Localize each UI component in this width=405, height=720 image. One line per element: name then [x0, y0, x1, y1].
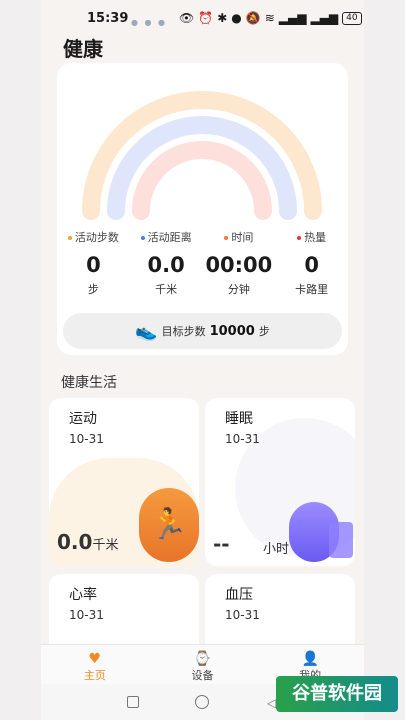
sleep-value: --	[213, 532, 230, 556]
stat-time: 时间 00:00 分钟	[203, 229, 276, 297]
running-shoe-icon: 👟	[135, 320, 158, 342]
stat-label: 热量	[304, 231, 327, 244]
notification-dots: ● ● ●	[131, 18, 168, 27]
section-title: 健康生活	[61, 375, 117, 391]
tab-label: 主页	[83, 669, 106, 682]
tile-title: 睡眠	[225, 411, 253, 427]
stat-value: 0.0	[147, 253, 185, 277]
goal-prefix: 目标步数	[161, 325, 206, 338]
battery-icon: 40	[342, 11, 362, 25]
step-goal-button[interactable]: 👟 目标步数 10000 步	[63, 313, 342, 349]
sleep-unit: 小时	[263, 542, 290, 557]
alarm-icon: ⏰	[198, 11, 214, 25]
sport-unit: 千米	[92, 538, 119, 553]
person-icon: 👤	[301, 651, 319, 667]
stat-unit: 分钟	[227, 283, 250, 296]
heart-icon: ♥	[88, 651, 102, 667]
eye-icon: 👁	[179, 11, 195, 25]
watch-icon: ⌚	[193, 651, 212, 667]
time-dot-icon	[224, 236, 229, 240]
activity-summary-card[interactable]: 活动步数 0 步 活动距离 0.0 千米 时间 00:00 分钟 热量 0 卡路…	[57, 63, 348, 355]
right-margin	[364, 0, 405, 720]
signal-icon: ▂▄▆	[278, 11, 307, 25]
page-title: 健康	[63, 37, 103, 61]
recent-apps-button[interactable]	[127, 696, 139, 708]
stat-label: 时间	[231, 231, 254, 244]
bluetooth-icon: ✱	[217, 11, 228, 25]
tab-label: 设备	[191, 669, 214, 682]
running-person-icon: 🏃	[139, 488, 199, 562]
location-icon: ●	[231, 11, 242, 25]
watermark-logo: 谷普软件园	[276, 676, 398, 712]
stat-calories: 热量 0 卡路里	[275, 229, 348, 297]
sleep-z-icon	[329, 522, 353, 558]
stat-label: 活动距离	[147, 231, 192, 244]
stat-steps: 活动步数 0 步	[57, 229, 130, 297]
goal-value: 10000	[209, 323, 255, 339]
blood-pressure-tile[interactable]: 血压 10-31	[205, 574, 355, 654]
stat-value: 00:00	[205, 253, 273, 277]
heart-rate-tile[interactable]: 心率 10-31	[49, 574, 199, 654]
stats-row: 活动步数 0 步 活动距离 0.0 千米 时间 00:00 分钟 热量 0 卡路…	[57, 229, 348, 297]
sport-value-number: 0.0	[57, 530, 93, 554]
tile-date: 10-31	[225, 432, 260, 446]
stat-distance: 活动距离 0.0 千米	[130, 229, 203, 297]
back-button[interactable]: ◁	[267, 696, 276, 710]
tile-title: 心率	[69, 587, 97, 603]
signal-icon-2: ▂▄▆	[310, 11, 339, 25]
tab-devices[interactable]: ⌚ 设备	[149, 645, 257, 685]
wifi-icon: ≋	[264, 11, 275, 25]
tile-date: 10-31	[69, 608, 104, 622]
stat-unit: 卡路里	[295, 283, 329, 296]
status-time: 15:39	[87, 11, 129, 26]
goal-suffix: 步	[258, 325, 270, 338]
stat-unit: 千米	[155, 283, 178, 296]
status-bar: 15:39 ● ● ● 👁 ⏰ ✱ ● 🔕 ≋ ▂▄▆ ▂▄▆ 40	[41, 8, 364, 32]
tab-home[interactable]: ♥ 主页	[41, 645, 149, 685]
tile-title: 运动	[69, 411, 97, 427]
distance-dot-icon	[140, 236, 145, 240]
mute-icon: 🔕	[245, 11, 261, 25]
app-screen: 15:39 ● ● ● 👁 ⏰ ✱ ● 🔕 ≋ ▂▄▆ ▂▄▆ 40 健康 活动…	[41, 0, 364, 720]
tile-date: 10-31	[69, 432, 104, 446]
steps-dot-icon	[67, 236, 72, 240]
sleep-tile[interactable]: 睡眠 10-31 -- 小时	[205, 398, 355, 566]
left-margin	[0, 0, 41, 720]
activity-rainbow-rings	[82, 91, 322, 220]
calorie-ring	[132, 141, 272, 220]
tile-date: 10-31	[225, 608, 260, 622]
stat-value: 0	[86, 253, 101, 277]
stat-value: 0	[304, 253, 319, 277]
tile-title: 血压	[225, 587, 253, 603]
status-icons: 👁 ⏰ ✱ ● 🔕 ≋ ▂▄▆ ▂▄▆ 40	[179, 11, 362, 25]
calorie-dot-icon	[297, 236, 302, 240]
home-button[interactable]	[195, 695, 209, 709]
sport-tile[interactable]: 运动 10-31 0.0千米 🏃	[49, 398, 199, 566]
sport-value: 0.0千米	[57, 530, 118, 554]
stat-unit: 步	[87, 283, 99, 296]
stat-label: 活动步数	[74, 231, 119, 244]
